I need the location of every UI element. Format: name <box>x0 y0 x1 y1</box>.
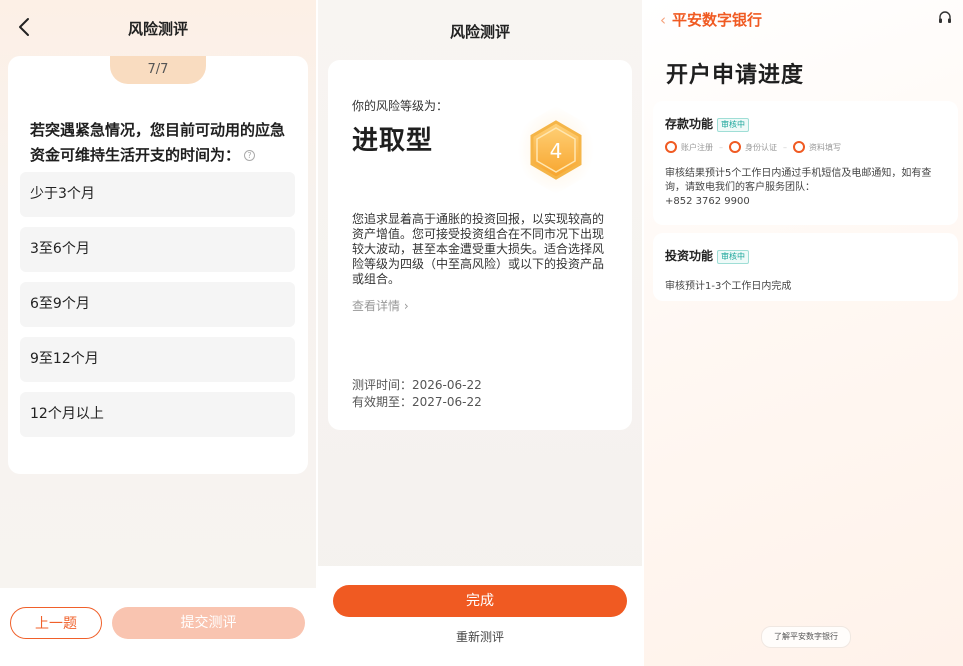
risk-description: 您追求显着高于通胀的投资回报，以实现较高的资产增值。您可接受投资组合在不同市况下… <box>352 212 605 286</box>
answer-option[interactable]: 少于3个月 <box>20 172 295 217</box>
step-label: 身份认证 <box>745 142 777 152</box>
deposit-notice: 审核结果预计5个工作日内通过手机短信及电邮通知，如有查询，请致电我们的客户服务团… <box>665 167 947 209</box>
back-arrow-icon[interactable]: ‹ <box>660 11 666 29</box>
step-label: 资料填写 <box>809 142 841 152</box>
risk-level-name: 进取型 <box>352 126 434 156</box>
answer-option[interactable]: 12个月以上 <box>20 392 295 437</box>
learn-more-button[interactable]: 了解平安数字银行 <box>761 626 851 648</box>
questionnaire-screen: 风险测评 7/7 若突遇紧急情况，您目前可动用的应急资金可维持生活开支的时间为：… <box>0 0 316 666</box>
chevron-right-icon: › <box>403 299 409 313</box>
progress-indicator: 7/7 <box>110 56 206 84</box>
retake-assessment-link[interactable]: 重新测评 <box>318 628 642 645</box>
status-badge: 审核中 <box>717 249 750 264</box>
step-dot-icon <box>665 141 677 153</box>
page-title: 风险测评 <box>127 20 188 38</box>
answer-option[interactable]: 9至12个月 <box>20 337 295 382</box>
answer-option[interactable]: 6至9个月 <box>20 282 295 327</box>
bottom-action-bar: 上一题 提交测评 <box>0 588 316 666</box>
application-progress-screen: ‹ 平安数字银行 开户申请进度 存款功能 审核中 账户注册 – 身份认证 – 资料填… <box>644 0 963 666</box>
phone-number[interactable]: +852 3762 9900 <box>665 195 947 209</box>
headset-icon[interactable] <box>937 10 953 26</box>
submit-assessment-button[interactable]: 提交测评 <box>112 607 305 639</box>
result-card: 你的风险等级为： 进取型 4 您追求显着高于通胀的投资回报，以实现较高的资产增值… <box>328 60 632 430</box>
brand-header: ‹ 平安数字银行 <box>660 9 762 30</box>
done-button[interactable]: 完成 <box>333 585 627 617</box>
investment-status-card: 投资功能 审核中 审核预计1-3个工作日内完成 <box>653 233 958 301</box>
answer-option[interactable]: 3至6个月 <box>20 227 295 272</box>
page-title: 开户申请进度 <box>666 63 805 88</box>
step-label: 账户注册 <box>681 142 713 152</box>
page-title: 风险测评 <box>449 23 510 41</box>
valid-until-date: 有效期至：2027-06-22 <box>352 395 482 409</box>
question-help-icon[interactable]: ? <box>244 150 256 161</box>
status-badge: 审核中 <box>717 117 750 132</box>
test-date: 测评时间：2026-06-22 <box>352 378 482 392</box>
deposit-title: 存款功能 审核中 <box>665 115 750 132</box>
hexagon-level-icon: 4 <box>518 106 594 194</box>
progress-steps: 账户注册 – 身份认证 – 资料填写 <box>665 140 841 154</box>
step-dot-icon <box>729 141 741 153</box>
step-separator: – <box>783 142 787 152</box>
step-dot-icon <box>793 141 805 153</box>
view-details-link[interactable]: 查看详情 › <box>352 297 409 314</box>
risk-level-label: 你的风险等级为： <box>352 99 449 113</box>
risk-level-number: 4 <box>550 139 563 163</box>
investment-notice: 审核预计1-3个工作日内完成 <box>665 281 792 292</box>
investment-title: 投资功能 审核中 <box>665 247 750 264</box>
question-text: 若突遇紧急情况，您目前可动用的应急资金可维持生活开支的时间为：? <box>30 121 286 164</box>
bottom-action-bar: 完成 重新测评 <box>318 566 642 666</box>
question-card: 7/7 若突遇紧急情况，您目前可动用的应急资金可维持生活开支的时间为：? 少于3… <box>8 56 308 474</box>
brand-name: 平安数字银行 <box>672 11 763 29</box>
previous-question-button[interactable]: 上一题 <box>10 607 102 639</box>
deposit-status-card: 存款功能 审核中 账户注册 – 身份认证 – 资料填写 审核结果预计5个工作日内通… <box>653 101 958 225</box>
result-screen: 风险测评 你的风险等级为： 进取型 4 您追求显着高于通胀的投资回报，以实现较高… <box>318 0 642 666</box>
step-separator: – <box>719 142 723 152</box>
